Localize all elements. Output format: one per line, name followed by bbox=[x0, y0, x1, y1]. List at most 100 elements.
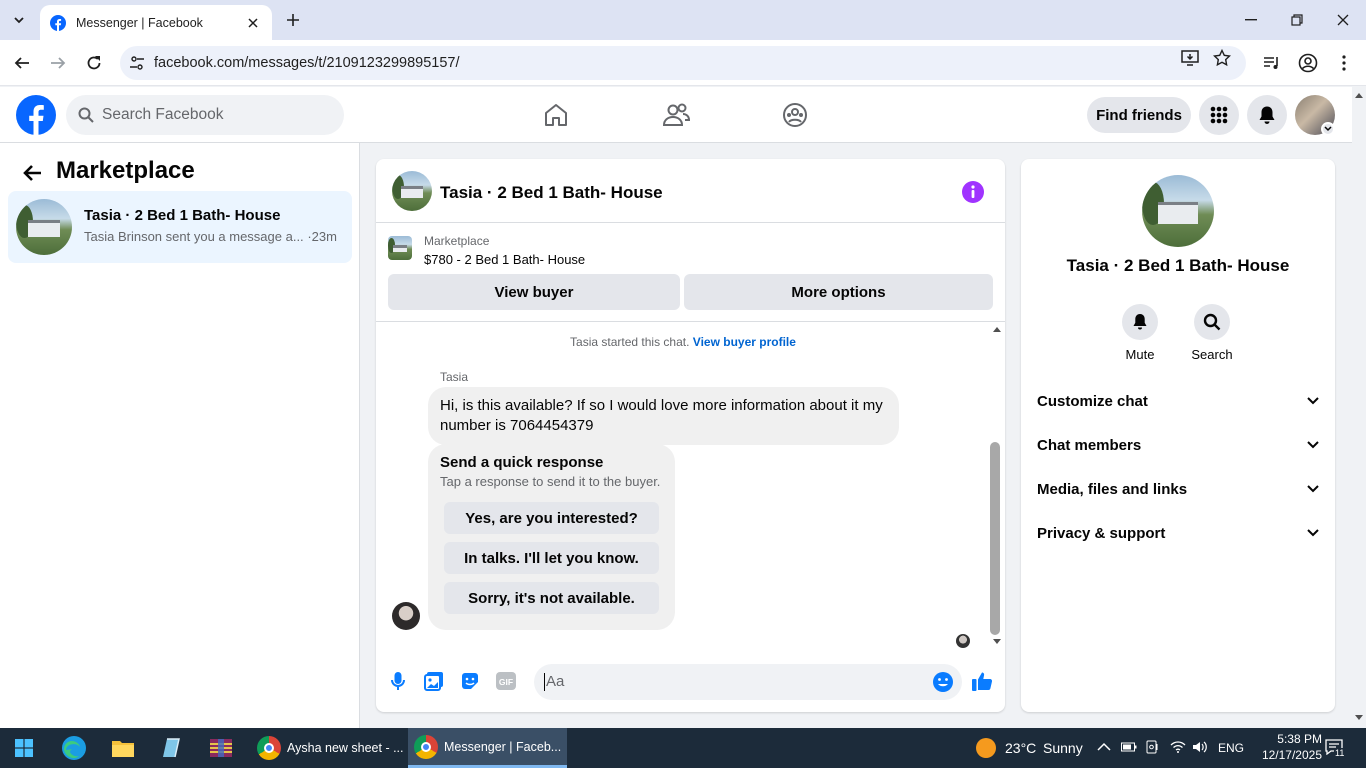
device-icon[interactable] bbox=[1146, 740, 1160, 754]
windows-taskbar: Aysha new sheet - ... Messenger | Faceb.… bbox=[0, 728, 1366, 768]
gif-icon[interactable]: GIF bbox=[494, 669, 518, 693]
clock-date[interactable]: 12/17/2025 bbox=[1256, 748, 1322, 762]
chevron-down-icon bbox=[1307, 441, 1319, 449]
browser-tab-messenger[interactable]: Messenger | Facebook bbox=[40, 5, 272, 40]
install-app-icon[interactable] bbox=[1180, 48, 1200, 68]
conversation-item[interactable]: Tasia · 2 Bed 1 Bath- House Tasia Brinso… bbox=[8, 191, 352, 263]
account-chevron-down-icon[interactable] bbox=[1321, 122, 1335, 136]
taskbar-chrome-messenger[interactable]: Messenger | Faceb... bbox=[408, 728, 567, 768]
edge-browser-icon[interactable] bbox=[58, 732, 90, 764]
chat-listing-thumbnail[interactable] bbox=[392, 171, 432, 211]
winrar-icon[interactable] bbox=[205, 732, 237, 764]
tab-search-button[interactable] bbox=[6, 7, 32, 33]
home-icon[interactable] bbox=[540, 99, 572, 131]
message-input-placeholder: Aa bbox=[544, 673, 565, 691]
weather-desc[interactable]: Sunny bbox=[1043, 740, 1083, 756]
search-icon bbox=[1194, 304, 1230, 340]
emoji-icon[interactable] bbox=[932, 671, 954, 693]
minimize-window-icon[interactable] bbox=[1228, 0, 1274, 40]
close-window-icon[interactable] bbox=[1320, 0, 1366, 40]
menu-grid-icon[interactable] bbox=[1199, 95, 1239, 135]
microphone-icon[interactable] bbox=[386, 669, 410, 693]
listing-thumbnail bbox=[16, 199, 72, 255]
conversation-details-panel: Tasia · 2 Bed 1 Bath- House Mute Search … bbox=[1021, 159, 1335, 712]
sunny-weather-icon[interactable] bbox=[975, 737, 997, 759]
clock-time[interactable]: 5:38 PM bbox=[1260, 732, 1322, 746]
quick-response-title: Send a quick response bbox=[440, 454, 604, 471]
chat-scrollbar-thumb[interactable] bbox=[990, 442, 1000, 635]
address-bar[interactable]: facebook.com/messages/t/2109123299895157… bbox=[120, 46, 1246, 80]
listing-price-title[interactable]: $780 - 2 Bed 1 Bath- House bbox=[424, 252, 585, 267]
sticker-icon[interactable] bbox=[458, 669, 482, 693]
windows-start-icon[interactable] bbox=[8, 732, 40, 764]
view-buyer-profile-link[interactable]: View buyer profile bbox=[693, 335, 796, 349]
chat-started-notice: Tasia started this chat. View buyer prof… bbox=[570, 335, 796, 349]
chat-members-row[interactable]: Chat members bbox=[1037, 423, 1319, 467]
chrome-icon bbox=[414, 734, 438, 759]
file-explorer-icon[interactable] bbox=[107, 732, 139, 764]
facebook-favicon-icon bbox=[50, 14, 66, 31]
details-listing-photo[interactable] bbox=[1142, 175, 1214, 247]
chat-header: Tasia · 2 Bed 1 Bath- House bbox=[376, 159, 1005, 223]
taskbar-chrome-sheet[interactable]: Aysha new sheet - ... bbox=[251, 728, 406, 768]
quick-reply-in-talks-button[interactable]: In talks. I'll let you know. bbox=[444, 542, 659, 574]
profile-icon[interactable] bbox=[1294, 49, 1322, 77]
sender-name: Tasia bbox=[440, 370, 469, 384]
mute-button[interactable]: Mute bbox=[1110, 304, 1170, 362]
facebook-search-input[interactable]: Search Facebook bbox=[66, 95, 344, 135]
site-info-icon[interactable] bbox=[120, 55, 154, 71]
view-buyer-button[interactable]: View buyer bbox=[388, 274, 680, 310]
quick-response-card: Send a quick response Tap a response to … bbox=[428, 444, 675, 630]
close-tab-icon[interactable] bbox=[244, 14, 262, 32]
facebook-logo-icon[interactable] bbox=[16, 95, 56, 135]
bell-icon bbox=[1122, 304, 1158, 340]
wifi-icon[interactable] bbox=[1170, 740, 1186, 754]
language-indicator[interactable]: ENG bbox=[1218, 741, 1244, 755]
chrome-icon bbox=[257, 736, 281, 760]
quick-response-subtitle: Tap a response to send it to the buyer. bbox=[440, 474, 661, 489]
quick-reply-yes-button[interactable]: Yes, are you interested? bbox=[444, 502, 659, 534]
back-arrow-icon[interactable] bbox=[8, 49, 36, 77]
media-files-links-row[interactable]: Media, files and links bbox=[1037, 467, 1319, 511]
notepad-icon[interactable] bbox=[156, 732, 188, 764]
sidebar-title: Marketplace bbox=[56, 157, 195, 184]
battery-icon[interactable] bbox=[1121, 741, 1137, 753]
search-label: Search bbox=[1191, 347, 1233, 362]
thumbs-up-icon[interactable] bbox=[970, 669, 994, 693]
notification-count-badge: 11 bbox=[1334, 748, 1346, 758]
notifications-bell-icon[interactable] bbox=[1247, 95, 1287, 135]
chat-title[interactable]: Tasia · 2 Bed 1 Bath- House bbox=[440, 183, 663, 203]
info-icon[interactable] bbox=[962, 181, 984, 203]
sender-avatar[interactable] bbox=[392, 602, 420, 630]
more-options-button[interactable]: More options bbox=[684, 274, 993, 310]
bookmark-star-icon[interactable] bbox=[1212, 48, 1232, 68]
chat-panel: Tasia · 2 Bed 1 Bath- House Marketplace … bbox=[376, 159, 1005, 712]
message-bubble[interactable]: Hi, is this available? If so I would lov… bbox=[428, 387, 899, 445]
show-hidden-icons-chevron-up-icon[interactable] bbox=[1097, 742, 1111, 752]
back-arrow-icon[interactable] bbox=[18, 159, 46, 187]
groups-icon[interactable] bbox=[779, 99, 811, 131]
facebook-header: Search Facebook Find friends bbox=[0, 87, 1352, 143]
restore-window-icon[interactable] bbox=[1274, 0, 1320, 40]
browser-menu-icon[interactable] bbox=[1330, 49, 1358, 77]
page-scrollbar[interactable] bbox=[1352, 87, 1366, 728]
chevron-down-icon bbox=[1307, 529, 1319, 537]
photo-gallery-icon[interactable] bbox=[422, 669, 446, 693]
forward-arrow-icon[interactable] bbox=[44, 49, 72, 77]
media-controls-icon[interactable] bbox=[1258, 49, 1286, 77]
quick-reply-not-available-button[interactable]: Sorry, it's not available. bbox=[444, 582, 659, 614]
listing-small-thumbnail bbox=[388, 236, 412, 260]
browser-tab-bar: Messenger | Facebook bbox=[0, 0, 1366, 40]
chevron-down-icon bbox=[1307, 397, 1319, 405]
reload-icon[interactable] bbox=[80, 49, 108, 77]
new-tab-plus-icon[interactable] bbox=[282, 9, 304, 31]
weather-temp[interactable]: 23°C bbox=[1005, 740, 1036, 756]
message-input[interactable]: Aa bbox=[534, 664, 962, 700]
privacy-support-row[interactable]: Privacy & support bbox=[1037, 511, 1319, 555]
seen-receipt-avatar bbox=[956, 634, 970, 648]
volume-icon[interactable] bbox=[1192, 740, 1208, 754]
friends-icon[interactable] bbox=[660, 99, 692, 131]
find-friends-button[interactable]: Find friends bbox=[1087, 97, 1191, 133]
search-in-conversation-button[interactable]: Search bbox=[1182, 304, 1242, 362]
customize-chat-row[interactable]: Customize chat bbox=[1037, 379, 1319, 423]
